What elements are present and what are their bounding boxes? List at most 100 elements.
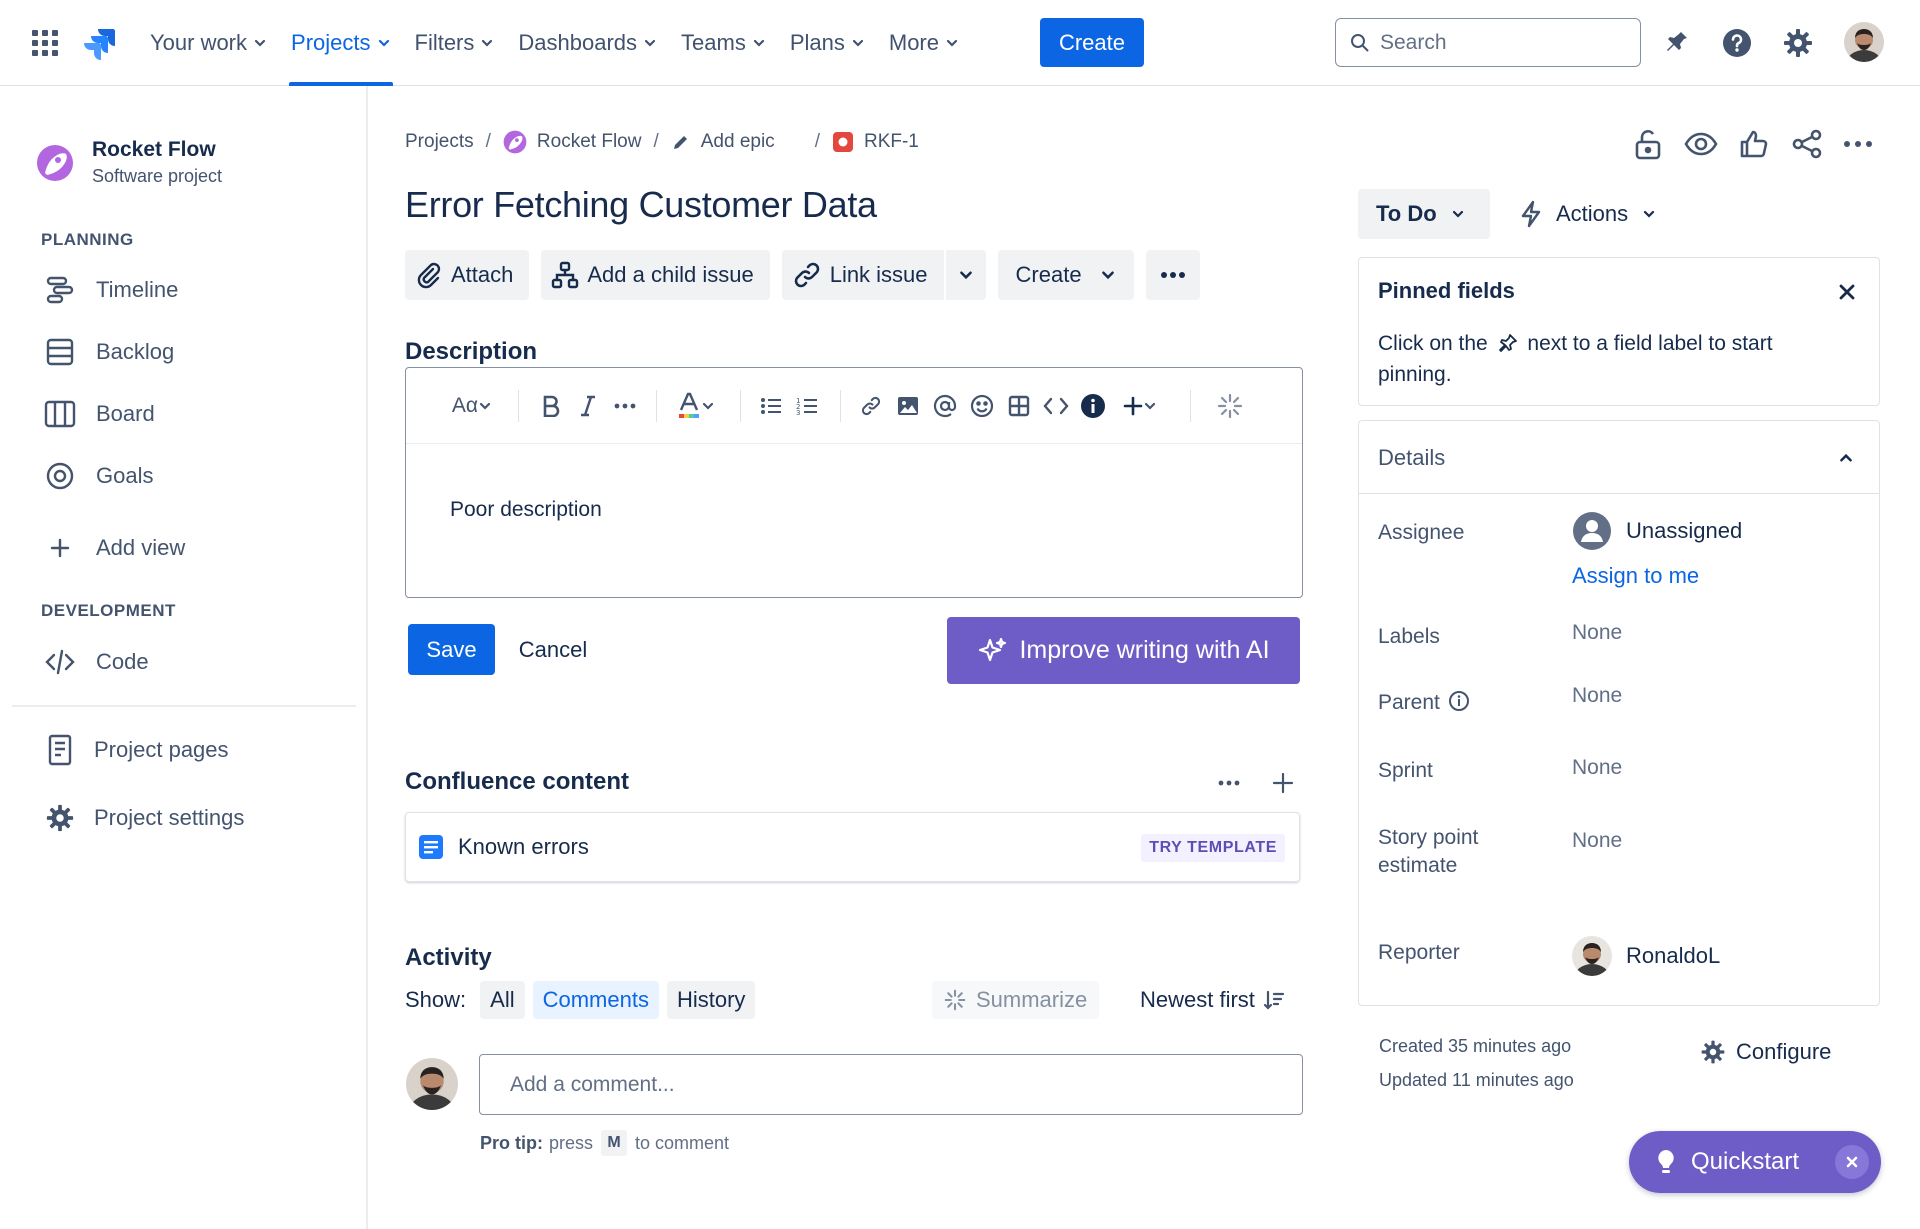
chevron-up-icon[interactable] [1829,441,1863,475]
thumbs-up-icon[interactable] [1734,124,1774,164]
mention-icon[interactable] [930,388,960,424]
table-icon[interactable] [1004,388,1034,424]
sidebar-item-project-pages[interactable]: Project pages [40,730,229,770]
watch-eye-icon[interactable] [1681,124,1721,164]
link-icon[interactable] [856,388,886,424]
create-button[interactable]: Create [1040,18,1144,67]
quickstart-button[interactable]: Quickstart [1629,1131,1881,1193]
project-type: Software project [92,166,223,186]
breadcrumb-issue-key[interactable]: RKF-1 [832,131,919,153]
create-dropdown-button[interactable]: Create [997,250,1134,300]
italic-icon[interactable] [573,388,603,424]
pencil-icon [673,136,687,149]
insert-more-icon[interactable] [1116,388,1164,424]
parent-value[interactable]: None [1572,684,1622,708]
share-icon[interactable] [1787,124,1827,164]
plus-icon [40,528,80,568]
confluence-card[interactable]: Known errors TRY TEMPLATE [405,812,1300,882]
bullet-list-icon[interactable] [756,388,786,424]
close-icon[interactable] [1835,1145,1869,1179]
filter-history[interactable]: History [666,981,756,1019]
sidebar-item-timeline[interactable]: Timeline [40,270,178,310]
issue-title[interactable]: Error Fetching Customer Data [405,184,877,226]
bold-icon[interactable] [536,388,566,424]
story-point-value[interactable]: None [1572,829,1622,853]
help-icon[interactable] [1718,24,1756,62]
nav-plans[interactable]: Plans [778,0,877,86]
nav-more[interactable]: More [877,0,971,86]
link-issue-label: Link issue [829,262,928,287]
ai-sparkle-icon [944,989,966,1011]
close-icon[interactable] [1831,276,1863,308]
settings-gear-icon[interactable] [1779,24,1817,62]
improve-writing-ai-button[interactable]: Improve writing with AI [947,617,1300,684]
app-switcher-icon[interactable] [30,28,60,58]
ai-sparkle-icon[interactable] [1214,388,1246,424]
nav-projects[interactable]: Projects [279,0,402,86]
try-template-button[interactable]: TRY TEMPLATE [1141,834,1285,862]
plus-icon[interactable] [1266,766,1300,800]
sidebar-item-goals[interactable]: Goals [40,456,153,496]
sidebar-item-code[interactable]: Code [40,642,149,682]
nav-filters[interactable]: Filters [403,0,507,86]
notifications-icon[interactable] [1657,24,1695,62]
sidebar-item-project-settings[interactable]: Project settings [40,798,244,838]
breadcrumb-project[interactable]: Rocket Flow [503,130,642,154]
code-block-icon[interactable] [1041,388,1071,424]
image-icon[interactable] [893,388,923,424]
breadcrumb-project-label: Rocket Flow [536,131,642,152]
project-rocket-icon [37,144,73,181]
add-child-issue-button[interactable]: Add a child issue [541,250,770,300]
sprint-value[interactable]: None [1572,756,1622,780]
sidebar-item-board[interactable]: Board [40,394,155,434]
attach-button[interactable]: Attach [405,250,530,300]
nav-your-work[interactable]: Your work [138,0,279,86]
breadcrumb-projects[interactable]: Projects [405,131,474,153]
assign-to-me-link[interactable]: Assign to me [1572,563,1699,589]
filter-all[interactable]: All [480,981,525,1019]
description-text[interactable]: Poor description [450,498,602,522]
more-formatting-icon[interactable] [610,388,640,424]
summarize-button[interactable]: Summarize [932,981,1100,1019]
numbered-list-icon[interactable]: 123 [792,388,822,424]
more-actions-button[interactable] [1145,250,1200,300]
link-issue-dropdown-button[interactable] [943,250,986,300]
link-issue-button[interactable]: Link issue [781,250,944,300]
reporter-value[interactable]: RonaldoL [1572,936,1720,976]
jira-logo-icon[interactable] [82,26,116,60]
search-input[interactable] [1380,30,1620,55]
breadcrumb-add-epic[interactable]: Add epic [671,131,775,153]
emoji-icon[interactable] [967,388,997,424]
actions-dropdown[interactable]: Actions [1514,189,1664,239]
configure-button[interactable]: Configure [1700,1034,1831,1070]
save-button[interactable]: Save [408,624,495,675]
labels-value[interactable]: None [1572,621,1622,645]
filter-comments[interactable]: Comments [532,981,659,1019]
lock-open-icon[interactable] [1628,124,1668,164]
pinned-fields-title: Pinned fields [1378,278,1515,303]
comment-input[interactable] [479,1054,1303,1115]
sort-order-button[interactable]: Newest first [1130,981,1295,1019]
created-timestamp: Created 35 minutes ago [1379,1036,1572,1056]
cancel-button[interactable]: Cancel [506,624,600,675]
details-header[interactable]: Details [1359,421,1879,494]
user-avatar[interactable] [1844,22,1884,62]
timeline-icon [40,270,80,310]
text-style-button[interactable]: Aα [446,388,498,424]
more-horizontal-icon[interactable] [1838,124,1878,164]
planning-heading: PLANNING [41,230,134,249]
project-header[interactable]: Rocket Flow Software project [36,138,222,187]
toolbar-separator [840,390,841,422]
status-dropdown[interactable]: To Do [1358,189,1490,239]
sidebar-item-backlog[interactable]: Backlog [40,332,174,372]
text-color-icon[interactable] [672,388,720,424]
info-panel-icon[interactable] [1078,388,1108,424]
more-horizontal-icon[interactable] [1212,766,1246,800]
code-icon [40,642,80,682]
nav-dashboards[interactable]: Dashboards [506,0,669,86]
sidebar-add-view[interactable]: Add view [40,528,185,568]
assignee-value[interactable]: Unassigned [1572,511,1742,551]
search-box[interactable] [1335,18,1641,67]
bug-icon [832,132,853,152]
nav-teams[interactable]: Teams [669,0,778,86]
